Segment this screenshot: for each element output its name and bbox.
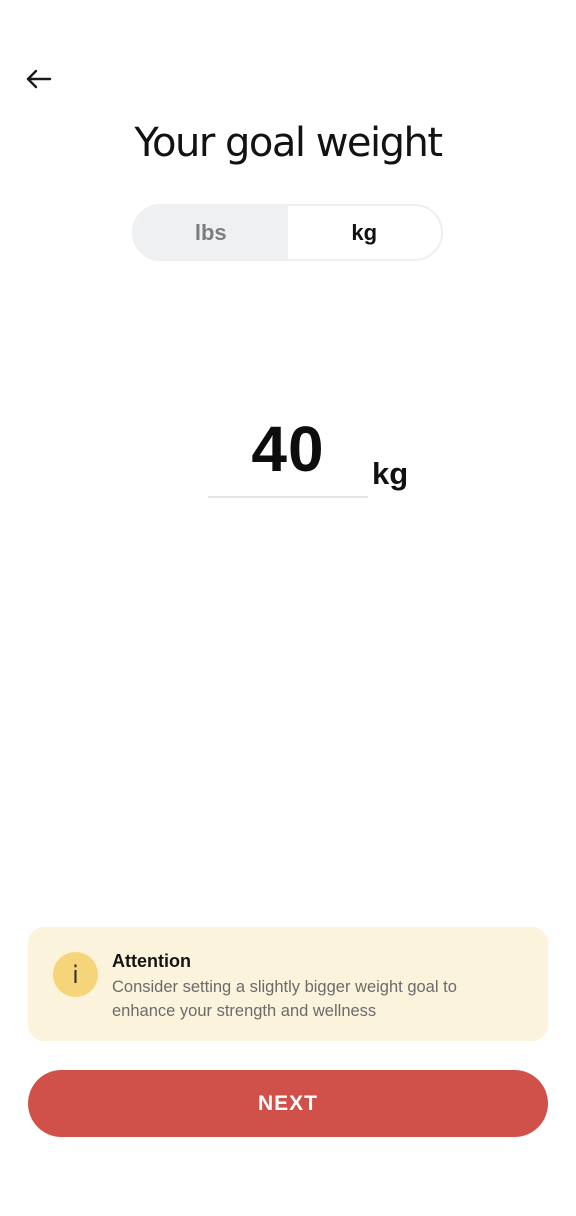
next-button[interactable]: NEXT	[28, 1070, 548, 1137]
weight-input[interactable]: 40	[208, 412, 368, 498]
arrow-left-icon	[26, 69, 52, 89]
weight-value: 40	[251, 413, 325, 485]
unit-toggle: lbs kg	[132, 204, 443, 261]
weight-unit-label: kg	[372, 456, 409, 491]
attention-card: i Attention Consider setting a slightly …	[28, 927, 548, 1041]
goal-weight-screen: Your goal weight lbs kg 40 kg i Attentio…	[0, 0, 576, 1216]
attention-text: Consider setting a slightly bigger weigh…	[112, 978, 457, 1020]
info-icon: i	[53, 952, 98, 997]
page-title: Your goal weight	[134, 120, 443, 166]
back-button[interactable]	[22, 62, 56, 96]
unit-option-kg[interactable]: kg	[287, 206, 441, 259]
attention-title: Attention	[112, 951, 191, 971]
unit-option-lbs[interactable]: lbs	[134, 206, 288, 259]
